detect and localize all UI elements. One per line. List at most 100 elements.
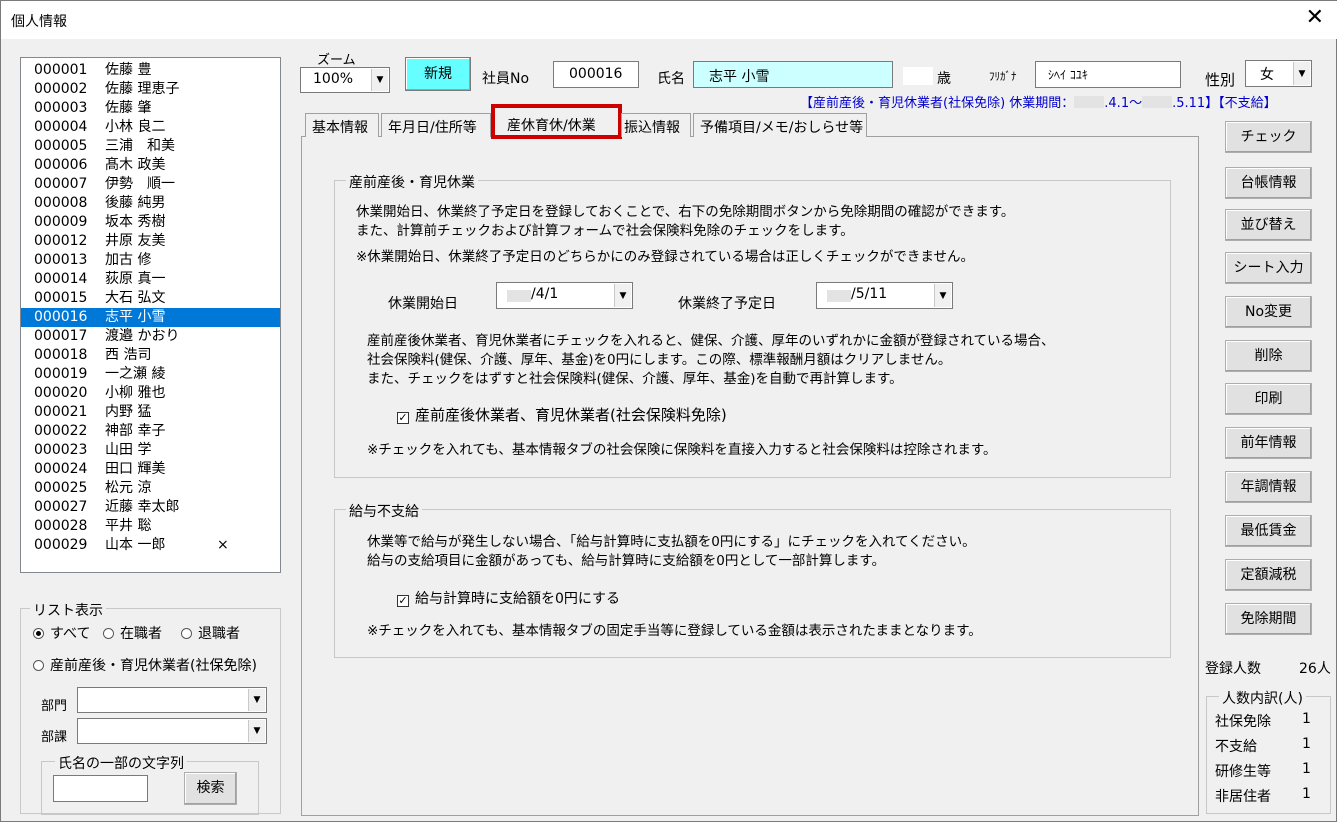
list-item[interactable]: 000025 松元 涼	[21, 479, 280, 498]
list-item[interactable]: 000017 渡邉 かおり	[21, 327, 280, 346]
list-item[interactable]: 000028 平井 聡	[21, 517, 280, 536]
dept-select[interactable]: ▼	[77, 687, 267, 713]
list-item[interactable]: 000013 加古 修	[21, 251, 280, 270]
sort-button[interactable]: 並び替え	[1225, 209, 1312, 241]
redacted-end-year	[1142, 96, 1173, 108]
registered-label: 登録人数	[1205, 661, 1261, 677]
chevron-down-icon[interactable]: ▼	[934, 284, 951, 307]
leave-desc-1: 休業開始日、休業終了予定日を登録しておくことで、右下の免除期間ボタンから免除期間…	[356, 204, 1015, 220]
list-item[interactable]: 000021 内野 猛	[21, 403, 280, 422]
list-item[interactable]: 000014 荻原 真一	[21, 270, 280, 289]
tab-leave[interactable]: 産休育休/休業	[491, 104, 622, 139]
min-wage-button[interactable]: 最低賃金	[1225, 515, 1312, 547]
leave-end-label: 休業終了予定日	[678, 296, 776, 312]
employee-no: 000012	[34, 233, 88, 249]
search-button[interactable]: 検索	[184, 772, 237, 805]
nopay-checkbox[interactable]: ✓ 給与計算時に支給額を0円にする	[397, 588, 620, 608]
leave-group-title: 産前産後・育児休業	[346, 172, 478, 192]
employee-no: 000024	[34, 461, 88, 477]
employee-no: 000005	[34, 138, 88, 154]
list-item[interactable]: 000003 佐藤 肇	[21, 99, 280, 118]
list-item[interactable]: 000002 佐藤 理恵子	[21, 80, 280, 99]
list-item[interactable]: 000015 大石 弘文	[21, 289, 280, 308]
tab-transfer[interactable]: 振込情報	[621, 113, 691, 137]
chevron-down-icon[interactable]: ▼	[371, 69, 388, 91]
nopay-group-title: 給与不支給	[346, 501, 422, 521]
name-search-label: 氏名の一部の文字列	[55, 753, 187, 773]
list-item[interactable]: 000016 志平 小雪	[21, 308, 280, 327]
gender-select[interactable]: 女 ▼	[1245, 60, 1312, 87]
employee-name: 坂本 秀樹	[105, 214, 166, 230]
list-item[interactable]: 000029 山本 一郎 ×	[21, 536, 280, 555]
radio-all-indicator	[33, 628, 44, 639]
tab-reserve-memo[interactable]: 予備項目/メモ/おしらせ等	[693, 113, 867, 137]
list-item[interactable]: 000024 田口 輝美	[21, 460, 280, 479]
list-item[interactable]: 000027 近藤 幸太郎	[21, 498, 280, 517]
ledger-info-button[interactable]: 台帳情報	[1225, 167, 1312, 199]
list-item[interactable]: 000018 西 浩司	[21, 346, 280, 365]
close-icon[interactable]: ✕	[1306, 7, 1324, 29]
employee-no: 000006	[34, 157, 88, 173]
zoom-select[interactable]: 100% ▼	[300, 67, 390, 93]
radio-active[interactable]: 在職者	[103, 623, 162, 643]
emp-no-field[interactable]: 000016	[553, 61, 639, 88]
chevron-down-icon[interactable]: ▼	[614, 284, 631, 307]
no-change-button[interactable]: No変更	[1225, 296, 1312, 328]
leave-exempt-checkbox[interactable]: ✓ 産前産後休業者、育児休業者(社会保険料免除)	[397, 404, 727, 425]
gender-label: 性別	[1205, 71, 1236, 89]
name-field[interactable]: 志平 小雪	[693, 61, 893, 88]
leave-start-select[interactable]: /4/1 ▼	[496, 282, 633, 309]
list-item[interactable]: 000005 三浦 和美	[21, 137, 280, 156]
fixed-tax-cut-button[interactable]: 定額減税	[1225, 559, 1312, 591]
new-button[interactable]: 新規	[405, 57, 471, 91]
list-item[interactable]: 000012 井原 友美	[21, 232, 280, 251]
list-item[interactable]: 000004 小林 良二	[21, 118, 280, 137]
registered-value: 26人	[1299, 661, 1331, 677]
employee-name: 後藤 純男	[105, 195, 166, 211]
employee-list[interactable]: 000001 佐藤 豊 000002 佐藤 理恵子 000003 佐藤 肇 000004 小林…	[20, 57, 281, 573]
employee-no: 000004	[34, 119, 88, 135]
list-item[interactable]: 000020 小柳 雅也	[21, 384, 280, 403]
employee-name: 伊勢 順一	[105, 176, 175, 192]
exempt-period-button[interactable]: 免除期間	[1225, 603, 1312, 635]
employee-no: 000015	[34, 290, 88, 306]
breakdown-value-nopay: 1	[1302, 736, 1311, 752]
radio-leave[interactable]: 産前産後・育児休業者(社保免除)	[33, 655, 257, 675]
radio-retired[interactable]: 退職者	[181, 623, 240, 643]
check-button[interactable]: チェック	[1225, 121, 1312, 153]
employee-no: 000002	[34, 81, 88, 97]
employee-name: 髙木 政美	[105, 157, 166, 173]
list-item[interactable]: 000007 伊勢 順一	[21, 175, 280, 194]
name-search-input[interactable]	[53, 775, 148, 802]
chevron-down-icon[interactable]: ▼	[1293, 62, 1310, 85]
leave-end-select[interactable]: /5/11 ▼	[816, 282, 953, 309]
employee-name: 佐藤 理恵子	[105, 81, 180, 97]
status-text: 【産前産後・育児休業者(社保免除) 休業期間： .4.1～ .5.11】【不支給】	[800, 92, 1277, 111]
delete-button[interactable]: 削除	[1225, 340, 1312, 372]
year-end-button[interactable]: 年調情報	[1225, 471, 1312, 503]
print-button[interactable]: 印刷	[1225, 383, 1312, 415]
checkbox-checked-icon[interactable]: ✓	[397, 595, 409, 607]
checkbox-checked-icon[interactable]: ✓	[397, 412, 409, 424]
list-item[interactable]: 000006 髙木 政美	[21, 156, 280, 175]
employee-no: 000017	[34, 328, 88, 344]
list-item[interactable]: 000009 坂本 秀樹	[21, 213, 280, 232]
radio-all[interactable]: すべて	[33, 623, 90, 643]
list-item[interactable]: 000022 神部 幸子	[21, 422, 280, 441]
section-select[interactable]: ▼	[77, 718, 267, 744]
redacted-start-year	[1074, 96, 1105, 108]
tab-dates-address[interactable]: 年月日/住所等	[381, 113, 491, 137]
prev-year-button[interactable]: 前年情報	[1225, 427, 1312, 459]
sheet-input-button[interactable]: シート入力	[1225, 252, 1312, 284]
chevron-down-icon[interactable]: ▼	[248, 689, 265, 711]
list-item[interactable]: 000008 後藤 純男	[21, 194, 280, 213]
list-item[interactable]: 000023 山田 学	[21, 441, 280, 460]
furigana-field[interactable]: ｼﾍｲ ｺﾕｷ	[1035, 61, 1181, 88]
chevron-down-icon[interactable]: ▼	[248, 720, 265, 742]
list-item[interactable]: 000019 一之瀬 綾	[21, 365, 280, 384]
employee-no: 000003	[34, 100, 88, 116]
tab-basic-info[interactable]: 基本情報	[305, 113, 379, 137]
list-item[interactable]: 000001 佐藤 豊	[21, 61, 280, 80]
employee-name: 小林 良二	[105, 119, 166, 135]
employee-no: 000001	[34, 62, 88, 78]
